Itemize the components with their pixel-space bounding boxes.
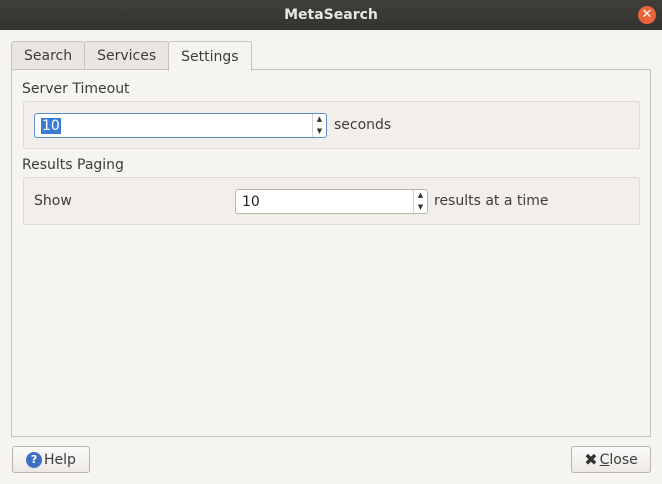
spin-down-icon[interactable]: ▼ [313, 126, 326, 138]
spin-up-icon[interactable]: ▲ [414, 190, 427, 202]
server-timeout-group: 10 ▲ ▼ seconds [23, 101, 640, 149]
tab-settings-label: Settings [181, 48, 239, 65]
tab-search[interactable]: Search [11, 41, 86, 70]
server-timeout-label: Server Timeout [22, 81, 130, 97]
show-label: Show [34, 193, 72, 209]
close-button[interactable]: ✖ Close [571, 446, 651, 473]
help-label: Help [44, 451, 76, 468]
spin-up-icon[interactable]: ▲ [313, 114, 326, 126]
tab-services-label: Services [97, 48, 157, 64]
window-close-icon[interactable]: ✕ [638, 6, 656, 24]
results-paging-group: Show 10 ▲ ▼ results at a time [23, 177, 640, 225]
tab-settings[interactable]: Settings [168, 41, 252, 71]
timeout-unit: seconds [334, 117, 392, 133]
tab-search-label: Search [24, 48, 73, 64]
results-spinbox[interactable]: 10 ▲ ▼ [235, 189, 428, 214]
close-label-mnemonic: C [599, 451, 610, 468]
help-button[interactable]: ? Help [12, 446, 90, 473]
results-value: 10 [236, 190, 413, 213]
results-value-text: 10 [242, 193, 260, 210]
spin-down-icon[interactable]: ▼ [414, 202, 427, 214]
window-title: MetaSearch [284, 7, 378, 23]
results-arrows: ▲ ▼ [413, 190, 427, 213]
timeout-value-text: 10 [41, 117, 61, 134]
close-label: lose [609, 451, 638, 468]
close-icon: ✖ [584, 450, 598, 469]
results-paging-label: Results Paging [22, 157, 124, 173]
timeout-value: 10 [35, 114, 312, 137]
timeout-arrows: ▲ ▼ [312, 114, 326, 137]
settings-panel: Server Timeout 10 ▲ ▼ seconds Results Pa… [11, 69, 651, 437]
results-suffix: results at a time [434, 193, 549, 209]
tab-bar: Search Services Settings [11, 41, 252, 71]
tab-services[interactable]: Services [84, 41, 170, 70]
timeout-spinbox[interactable]: 10 ▲ ▼ [34, 113, 327, 138]
title-bar: MetaSearch ✕ [0, 0, 662, 30]
help-icon: ? [26, 451, 43, 468]
